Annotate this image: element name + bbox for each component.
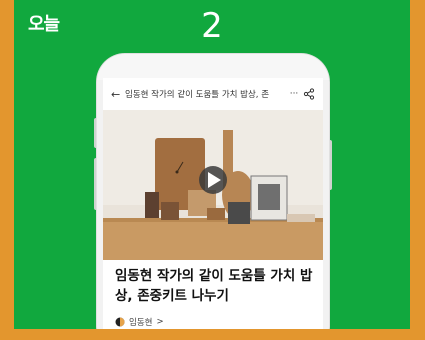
article-photo[interactable] [103, 110, 323, 260]
phone-top-bar [97, 54, 329, 80]
promo-panel: 오늘 2 ← 임동현 작가의 같이 도움틀 가치 밥상, 존 ··· 임동현 작… [14, 0, 410, 329]
author-name: 임동현 [129, 318, 153, 328]
phone-screen: ← 임동현 작가의 같이 도움틀 가치 밥상, 존 ··· 임동현 작가의 같이… [103, 78, 323, 329]
back-arrow-icon[interactable]: ← [111, 88, 121, 101]
author-avatar-icon [115, 317, 125, 327]
phone-mockup: ← 임동현 작가의 같이 도움틀 가치 밥상, 존 ··· 임동현 작가의 같이… [97, 54, 329, 329]
header-title: 임동현 작가의 같이 도움틀 가치 밥상, 존 [125, 90, 270, 100]
author-chevron-icon: > [156, 317, 164, 327]
more-icon[interactable]: ··· [289, 89, 299, 99]
slide-number: 2 [201, 6, 223, 46]
article-headline[interactable]: 임동현 작가의 같이 도움틀 가치 밥상, 존중키트 나누기 [115, 266, 315, 306]
article-header: ← 임동현 작가의 같이 도움틀 가치 밥상, 존 ··· [103, 82, 323, 106]
share-icon[interactable] [303, 88, 315, 100]
author-row[interactable]: 임동현 > [115, 316, 164, 328]
